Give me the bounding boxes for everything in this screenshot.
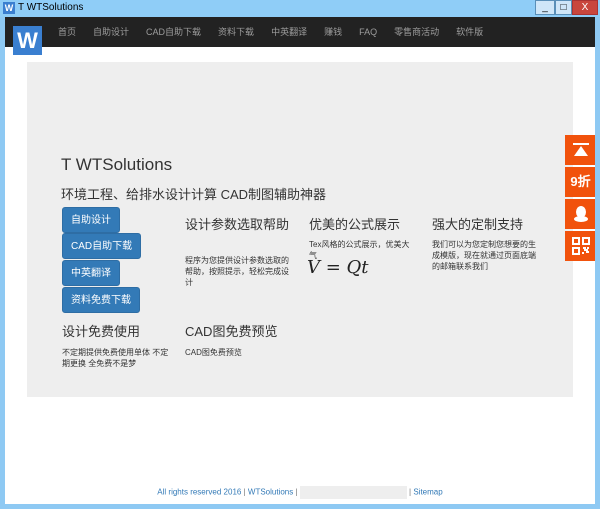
window-title: T WTSolutions (18, 2, 84, 13)
discount-badge[interactable]: 9折 (565, 167, 595, 197)
nav-software[interactable]: 软件版 (456, 17, 483, 47)
formula: V = Qt (307, 257, 369, 278)
nav-docs[interactable]: 资料下载 (218, 17, 254, 47)
footer: All rights reserved 2016 | WTSolutions |… (5, 486, 595, 499)
nav-translate[interactable]: 中英翻译 (271, 17, 307, 47)
free-docs-button[interactable]: 资料免费下载 (62, 287, 140, 313)
feature-title: CAD图免费预览 (185, 324, 278, 339)
sitemap-link[interactable]: Sitemap (413, 488, 442, 497)
copyright-text: All rights reserved 2016 (157, 487, 242, 497)
page-subtitle: 环境工程、给排水设计计算 CAD制图辅助神器 (61, 187, 327, 202)
logo[interactable]: W (13, 26, 42, 55)
design-button[interactable]: 自助设计 (62, 207, 120, 233)
nav-faq[interactable]: FAQ (359, 17, 377, 47)
minimize-button[interactable]: _ (535, 0, 555, 15)
nav-cad-download[interactable]: CAD自助下载 (146, 17, 201, 47)
back-to-top-icon[interactable] (565, 135, 595, 165)
feature-text: 程序为您提供设计参数选取的帮助，按照提示，轻松完成设计 (185, 256, 289, 287)
nav-retail[interactable]: 零售商活动 (394, 17, 439, 47)
qr-code-icon[interactable] (565, 231, 595, 261)
feature-title: 强大的定制支持 (432, 217, 524, 232)
feature-title: 设计参数选取帮助 (185, 217, 290, 232)
feature-title: 设计免费使用 (62, 324, 141, 339)
close-button[interactable]: X (572, 0, 598, 15)
maximize-button[interactable]: □ (555, 0, 572, 15)
feature-text: 不定期提供免费使用单体 不定期更换 全免费不是梦 (62, 348, 169, 368)
qq-icon[interactable] (565, 199, 595, 229)
nav-earn[interactable]: 赚钱 (324, 17, 342, 47)
title-bar: W T WTSolutions _ □ X (0, 0, 600, 17)
nav-home[interactable]: 首页 (58, 17, 76, 47)
translate-button[interactable]: 中英翻译 (62, 260, 120, 286)
blank-placeholder (299, 486, 407, 499)
browser-content: 首页 自助设计 CAD自助下载 资料下载 中英翻译 赚钱 FAQ 零售商活动 软… (5, 17, 595, 504)
feature-title: 优美的公式展示 (309, 217, 401, 232)
page-title: T WTSolutions (61, 155, 173, 174)
feature-text: CAD图免费预览 (185, 348, 242, 357)
navbar: 首页 自助设计 CAD自助下载 资料下载 中英翻译 赚钱 FAQ 零售商活动 软… (5, 17, 595, 47)
nav-design[interactable]: 自助设计 (93, 17, 129, 47)
cad-download-button[interactable]: CAD自助下载 (62, 233, 142, 259)
app-icon: W (3, 2, 15, 14)
feature-text: 我们可以为您定制您想要的生成模版，现在就通过页面底端的邮箱联系我们 (432, 240, 536, 271)
brand-link[interactable]: WTSolutions (248, 488, 293, 497)
